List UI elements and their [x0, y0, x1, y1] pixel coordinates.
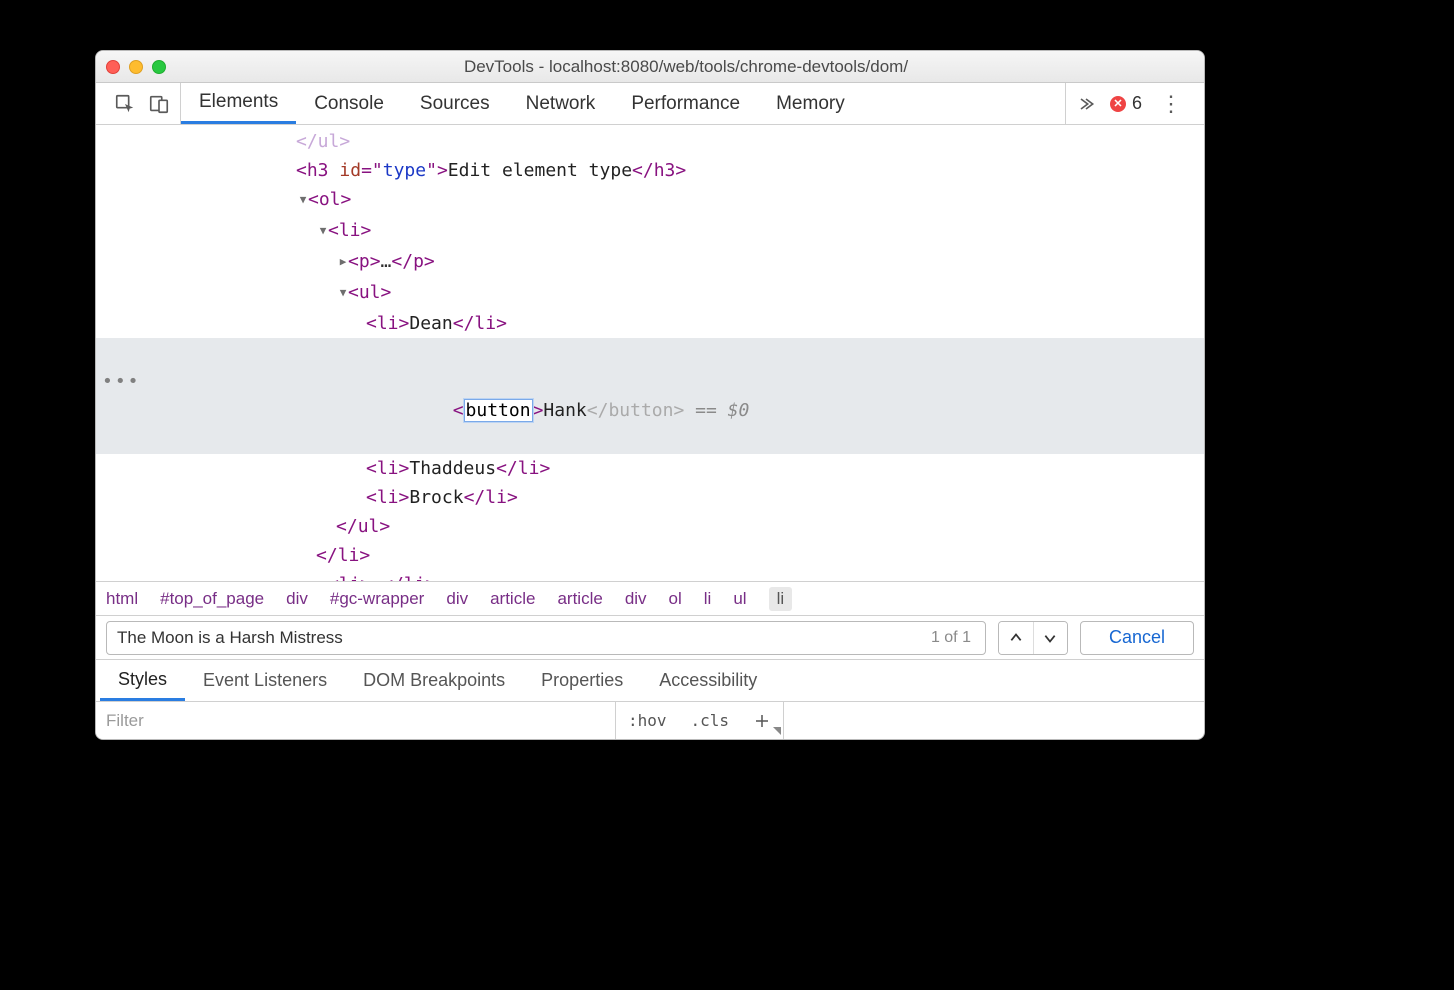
dom-line-h3[interactable]: <h3 id="type">Edit element type</h3>: [96, 156, 1204, 185]
find-prev-button[interactable]: [999, 622, 1033, 654]
error-icon: ✕: [1110, 96, 1126, 112]
breadcrumb-item[interactable]: div: [446, 589, 468, 609]
error-count-badge[interactable]: ✕ 6: [1110, 93, 1142, 114]
hov-toggle[interactable]: :hov: [616, 702, 679, 739]
top-toolbar: Elements Console Sources Network Perform…: [96, 83, 1204, 125]
dom-line-li-open[interactable]: <li>: [96, 216, 1204, 247]
breadcrumb-item[interactable]: #top_of_page: [160, 589, 264, 609]
dom-line-p[interactable]: <p>…</p>: [96, 247, 1204, 278]
device-toolbar-icon[interactable]: [148, 93, 170, 115]
subtab-event-listeners[interactable]: Event Listeners: [185, 660, 345, 701]
tab-memory[interactable]: Memory: [758, 83, 863, 124]
dom-line-li-close[interactable]: </li>: [96, 541, 1204, 570]
tab-console[interactable]: Console: [296, 83, 402, 124]
selected-node-marker: == $0: [684, 400, 749, 421]
find-cancel-button[interactable]: Cancel: [1080, 621, 1194, 655]
dom-line-selected[interactable]: ••• <button>Hank</button> == $0: [96, 338, 1204, 454]
dom-line[interactable]: </ul>: [96, 127, 1204, 156]
window-title: DevTools - localhost:8080/web/tools/chro…: [178, 57, 1194, 77]
breadcrumb-item[interactable]: html: [106, 589, 138, 609]
minimize-window-button[interactable]: [129, 60, 143, 74]
subtab-styles[interactable]: Styles: [100, 660, 185, 701]
dom-line-li-item[interactable]: <li>Brock</li>: [96, 483, 1204, 512]
tag-name-edit-field[interactable]: button: [464, 399, 533, 422]
breadcrumb-item[interactable]: div: [286, 589, 308, 609]
breadcrumb-item[interactable]: li: [704, 589, 712, 609]
kebab-menu-icon[interactable]: ⋮: [1156, 91, 1186, 117]
inspect-element-icon[interactable]: [114, 93, 136, 115]
breadcrumb-item[interactable]: article: [557, 589, 602, 609]
find-counter: 1 of 1: [925, 629, 977, 647]
styles-right-pane-sliver: [783, 702, 1204, 739]
new-style-rule-button[interactable]: [741, 702, 783, 739]
styles-tabs: Styles Event Listeners DOM Breakpoints P…: [96, 659, 1204, 701]
dom-tree: </ul> <h3 id="type">Edit element type</h…: [96, 125, 1204, 581]
styles-filter-bar: :hov .cls: [96, 701, 1204, 739]
titlebar: DevTools - localhost:8080/web/tools/chro…: [96, 51, 1204, 83]
dom-line-li-collapsed[interactable]: <li>…</li>: [96, 570, 1204, 581]
breadcrumb-item[interactable]: #gc-wrapper: [330, 589, 425, 609]
breadcrumb-item[interactable]: ol: [669, 589, 682, 609]
toolbar-right: ✕ 6 ⋮: [1065, 83, 1196, 124]
find-bar: 1 of 1 Cancel: [96, 615, 1204, 659]
cls-toggle[interactable]: .cls: [679, 702, 742, 739]
tab-performance[interactable]: Performance: [613, 83, 758, 124]
traffic-lights: [106, 60, 166, 74]
close-window-button[interactable]: [106, 60, 120, 74]
breadcrumb-item[interactable]: div: [625, 589, 647, 609]
dom-line-li-item[interactable]: <li>Dean</li>: [96, 309, 1204, 338]
dom-line-li-item[interactable]: <li>Thaddeus</li>: [96, 454, 1204, 483]
dom-line-ul-open[interactable]: <ul>: [96, 278, 1204, 309]
breadcrumb-item-current[interactable]: li: [769, 587, 793, 611]
error-count: 6: [1132, 93, 1142, 114]
styles-filter-input[interactable]: [96, 702, 616, 739]
ellipsis-icon[interactable]: •••: [102, 367, 141, 396]
find-stepper: [998, 621, 1068, 655]
dom-line-ul-close[interactable]: </ul>: [96, 512, 1204, 541]
subtab-dom-breakpoints[interactable]: DOM Breakpoints: [345, 660, 523, 701]
breadcrumb-item[interactable]: article: [490, 589, 535, 609]
subtab-properties[interactable]: Properties: [523, 660, 641, 701]
find-box: 1 of 1: [106, 621, 986, 655]
subtab-accessibility[interactable]: Accessibility: [641, 660, 775, 701]
dom-tree-pane[interactable]: </ul> <h3 id="type">Edit element type</h…: [96, 125, 1204, 581]
dom-line-ol-open[interactable]: <ol>: [96, 185, 1204, 216]
top-tabs: Elements Console Sources Network Perform…: [181, 83, 863, 124]
tab-sources[interactable]: Sources: [402, 83, 508, 124]
toolbar-left-icons: [104, 83, 181, 124]
tab-elements[interactable]: Elements: [181, 83, 296, 124]
breadcrumb-bar: html #top_of_page div #gc-wrapper div ar…: [96, 581, 1204, 615]
devtools-window: DevTools - localhost:8080/web/tools/chro…: [95, 50, 1205, 740]
more-tabs-icon[interactable]: [1076, 94, 1096, 114]
find-input[interactable]: [115, 627, 925, 649]
breadcrumb-item[interactable]: ul: [733, 589, 746, 609]
zoom-window-button[interactable]: [152, 60, 166, 74]
find-next-button[interactable]: [1033, 622, 1067, 654]
tab-network[interactable]: Network: [508, 83, 614, 124]
